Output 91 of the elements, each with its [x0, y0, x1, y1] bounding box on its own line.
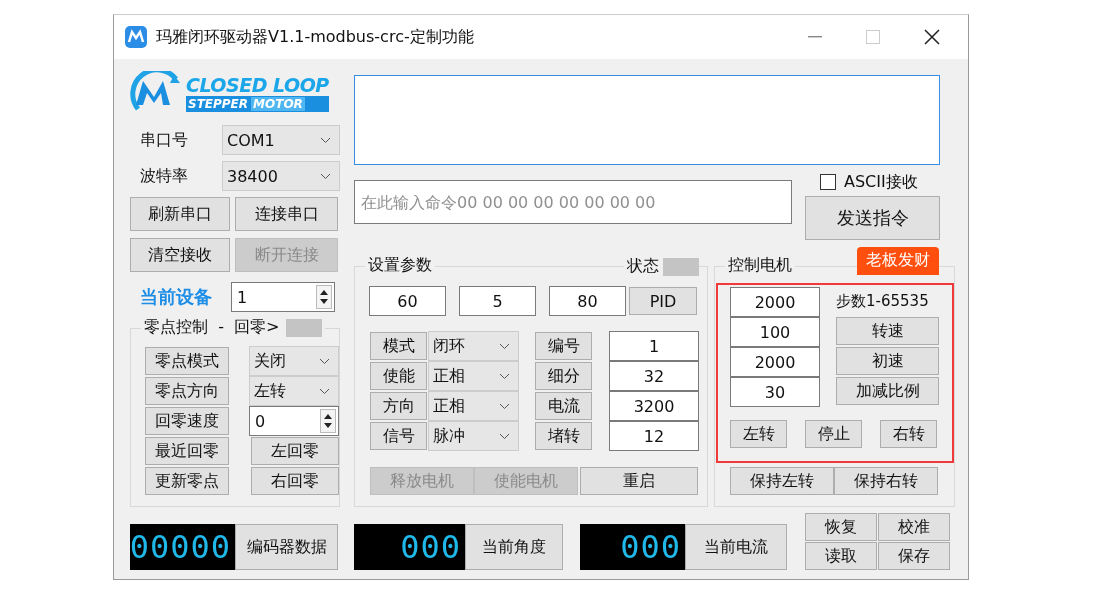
- group-title: 设置参数: [365, 255, 435, 276]
- receive-box[interactable]: [354, 75, 940, 165]
- display-button[interactable]: 当前角度: [465, 524, 563, 570]
- device-label: 当前设备: [140, 285, 212, 309]
- homing-button[interactable]: 左回零: [251, 437, 339, 465]
- pid-button[interactable]: PID: [629, 287, 697, 315]
- lcd-display: 000: [354, 524, 465, 570]
- chevron-down-icon: [499, 372, 510, 380]
- command-input[interactable]: 在此输入命令00 00 00 00 00 00 00 00: [354, 180, 792, 224]
- zero-button[interactable]: 回零速度: [145, 407, 229, 435]
- param-dropdown[interactable]: 正相: [428, 361, 519, 391]
- motion-button[interactable]: 转速: [836, 317, 939, 345]
- motion-field[interactable]: 100: [730, 317, 820, 347]
- zero-button[interactable]: 最近回零: [145, 437, 229, 465]
- baud-dropdown[interactable]: 38400: [222, 161, 340, 191]
- param-button[interactable]: 模式: [370, 332, 427, 360]
- baud-label: 波特率: [140, 165, 188, 187]
- chevron-down-icon: [319, 357, 330, 365]
- homing-button[interactable]: 右回零: [251, 467, 339, 495]
- pid-field[interactable]: 5: [459, 286, 536, 316]
- speed-spinbox[interactable]: 0: [249, 406, 339, 436]
- ascii-checkbox[interactable]: [820, 174, 836, 190]
- pid-field[interactable]: 60: [369, 286, 446, 316]
- spin-arrows-icon[interactable]: [320, 409, 336, 433]
- direction-button[interactable]: 停止: [805, 420, 862, 448]
- param-dropdown[interactable]: 闭环: [428, 331, 519, 361]
- motion-button[interactable]: 初速: [836, 347, 939, 375]
- send-button[interactable]: 发送指令: [805, 196, 940, 240]
- device-spinbox[interactable]: 1: [231, 282, 335, 312]
- serial-button[interactable]: 连接串口: [235, 197, 338, 231]
- chevron-down-icon: [499, 432, 510, 440]
- param-field[interactable]: 32: [609, 361, 699, 391]
- steps-label: 步数1-65535: [836, 291, 930, 312]
- logo-title: CLOSED LOOP: [186, 74, 329, 96]
- hold-button[interactable]: 保持右转: [834, 467, 938, 495]
- group-title: 控制电机: [725, 255, 795, 276]
- port-label: 串口号: [140, 129, 188, 151]
- chevron-down-icon: [319, 387, 330, 395]
- logo-band-right: MOTOR: [251, 97, 305, 111]
- motion-field[interactable]: 30: [730, 377, 820, 407]
- display-button[interactable]: 编码器数据: [235, 524, 338, 570]
- chevron-down-icon: [499, 402, 510, 410]
- action-button[interactable]: 校准: [878, 513, 950, 541]
- action-button[interactable]: 恢复: [805, 513, 877, 541]
- hold-button[interactable]: 保持左转: [730, 467, 834, 495]
- param-dropdown[interactable]: 正相: [428, 391, 519, 421]
- logo-band-left: STEPPER: [188, 97, 249, 111]
- pid-field[interactable]: 80: [549, 286, 626, 316]
- param-button[interactable]: 编号: [535, 332, 592, 360]
- lcd-display: 000: [580, 524, 685, 570]
- zero-button[interactable]: 零点方向: [145, 377, 229, 405]
- chevron-down-icon: [320, 136, 331, 144]
- param-button[interactable]: 电流: [535, 392, 592, 420]
- close-icon[interactable]: [924, 29, 940, 45]
- display-button[interactable]: 当前电流: [685, 524, 787, 570]
- direction-button[interactable]: 左转: [730, 420, 787, 448]
- param-field[interactable]: 12: [609, 421, 699, 451]
- param-button[interactable]: 堵转: [535, 422, 592, 450]
- status-label: 状态: [627, 256, 659, 277]
- direction-button[interactable]: 右转: [880, 420, 937, 448]
- status-indicator: [663, 257, 699, 276]
- chevron-down-icon: [499, 342, 510, 350]
- homing-indicator: [285, 318, 322, 337]
- app-logo-icon: [125, 26, 147, 48]
- action-button[interactable]: 保存: [878, 542, 950, 570]
- param-dropdown[interactable]: 脉冲: [428, 421, 519, 451]
- motion-button[interactable]: 加减比例: [836, 377, 939, 405]
- ascii-label: ASCII接收: [844, 171, 918, 193]
- param-button[interactable]: 方向: [370, 392, 427, 420]
- param-field[interactable]: 1: [609, 331, 699, 361]
- group-title: 零点控制 - 回零>: [144, 317, 280, 338]
- corner-tag: 老板发财: [857, 247, 939, 275]
- zero-button[interactable]: 更新零点: [145, 467, 229, 495]
- param-field[interactable]: 3200: [609, 391, 699, 421]
- param-button[interactable]: 使能: [370, 362, 427, 390]
- motion-field[interactable]: 2000: [730, 287, 820, 317]
- motion-field[interactable]: 2000: [730, 347, 820, 377]
- param-button[interactable]: 信号: [370, 422, 427, 450]
- window-title: 玛雅闭环驱动器V1.1-modbus-crc-定制功能: [156, 26, 474, 48]
- port-dropdown[interactable]: COM1: [222, 125, 340, 155]
- zero-button[interactable]: 零点模式: [145, 347, 229, 375]
- param-button[interactable]: 细分: [535, 362, 592, 390]
- chevron-down-icon: [320, 172, 331, 180]
- motor-button[interactable]: 重启: [580, 467, 698, 495]
- serial-button[interactable]: 刷新串口: [130, 197, 230, 231]
- zero-dropdown[interactable]: 关闭: [249, 346, 339, 376]
- lcd-display: 00000: [130, 524, 235, 570]
- zero-dropdown[interactable]: 左转: [249, 376, 339, 406]
- spin-arrows-icon[interactable]: [316, 285, 332, 309]
- action-button[interactable]: 读取: [805, 542, 877, 570]
- serial-button[interactable]: 清空接收: [130, 238, 230, 272]
